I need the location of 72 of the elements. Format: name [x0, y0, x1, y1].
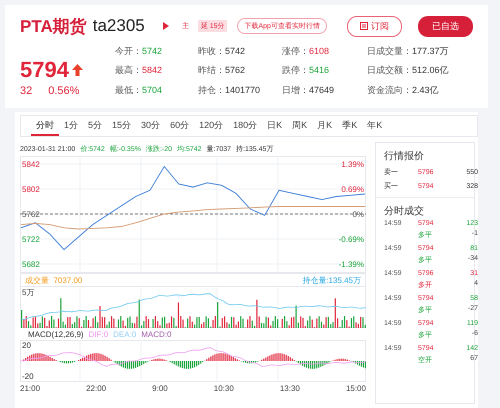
period-tab[interactable]: 周K	[287, 116, 312, 136]
quote-panel-title: 行情报价	[384, 150, 425, 164]
stat-label: 今开：	[115, 46, 142, 56]
period-tab[interactable]: 5分	[83, 116, 108, 136]
trades-title: 分时成交	[384, 204, 425, 219]
stat-value: 1401770	[225, 84, 260, 95]
stat-label: 涨停：	[282, 46, 309, 56]
stat-value: 177.37万	[412, 46, 449, 56]
dea-value: DEA:0	[113, 330, 136, 338]
stat-value: 5842	[142, 65, 162, 76]
stat-label: 跌停：	[282, 65, 309, 76]
price-axis-label: 5762	[22, 210, 40, 218]
stat-label: 日成交额：	[367, 65, 412, 76]
period-tab[interactable]: 60分	[165, 116, 194, 136]
period-tab[interactable]: 15分	[107, 116, 136, 136]
price-axis-label: 5682	[22, 260, 40, 268]
stat-value: 47649	[309, 84, 334, 95]
stat-value: 512.06亿	[412, 65, 449, 76]
time-axis-label: 15:00	[346, 384, 366, 393]
stat-value: 5742	[142, 46, 162, 56]
subscribe-button[interactable]: 订阅	[347, 16, 402, 36]
percent-change: 0.56%	[48, 85, 80, 97]
period-tab[interactable]: 180分	[228, 116, 262, 136]
percent-axis-label: 0%	[352, 210, 364, 218]
watchlist-button[interactable]: 已自选	[418, 16, 473, 36]
stat-value: 2.43亿	[412, 84, 439, 95]
volume-value: 7037.00	[53, 276, 82, 284]
percent-axis-label: 0.69%	[341, 184, 364, 194]
stat-value: 5704	[142, 84, 162, 95]
time-axis-label: 21:00	[20, 384, 40, 393]
period-tab[interactable]: 月K	[312, 116, 338, 136]
stat-label: 资金流向：	[367, 84, 412, 95]
stat-label: 持仓：	[198, 84, 225, 95]
time-axis-label: 9:00	[152, 384, 168, 393]
stat-label: 昨收：	[198, 46, 225, 56]
time-axis-label: 22:00	[86, 384, 106, 393]
period-tab[interactable]: 日K	[262, 116, 288, 136]
price-axis-label: 5802	[22, 184, 40, 194]
futures-name: PTA期货	[20, 16, 87, 38]
time-axis-label: 10:30	[214, 384, 234, 393]
percent-axis-label: -1.39%	[338, 260, 364, 268]
volume-axis-label: 5万	[22, 288, 34, 297]
stat-label: 日增：	[282, 84, 309, 95]
stat-label: 昨结：	[198, 65, 225, 76]
price-axis-label: 5842	[22, 160, 40, 168]
open-interest-value: 持仓量:135.45万	[302, 274, 361, 286]
stat-value: 5762	[225, 65, 246, 76]
period-tab[interactable]: 年K	[362, 116, 388, 136]
price-change: 32	[20, 85, 32, 97]
price-axis-label: 5722	[22, 234, 40, 244]
period-tab[interactable]: 120分	[194, 116, 228, 136]
stat-label: 日成交量：	[367, 46, 412, 56]
period-tab[interactable]: 季K	[337, 116, 362, 136]
macd-axis-label: 20	[22, 341, 31, 350]
macd-title: MACD(12,26,9)	[28, 330, 84, 338]
dif-value: DIF:0	[88, 330, 108, 338]
macd-axis-label: -20	[22, 372, 34, 381]
contract-code: ta2305	[92, 16, 145, 36]
percent-axis-label: -0.69%	[338, 234, 364, 244]
macd-value: MACD:0	[141, 330, 172, 338]
stat-value: 6108	[309, 46, 330, 56]
percent-axis-label: 1.39%	[341, 160, 364, 168]
stat-value: 5742	[225, 46, 246, 56]
period-tab[interactable]: 分时	[31, 116, 59, 136]
volume-label: 成交量	[25, 276, 49, 284]
stat-value: 5416	[309, 65, 330, 76]
time-axis-label: 13:30	[280, 384, 300, 393]
stat-label: 最低：	[115, 84, 142, 95]
period-tab[interactable]: 30分	[136, 116, 166, 136]
last-price: 5794	[20, 57, 69, 83]
period-tab[interactable]: 1分	[59, 116, 84, 136]
stat-label: 最高：	[115, 65, 142, 76]
